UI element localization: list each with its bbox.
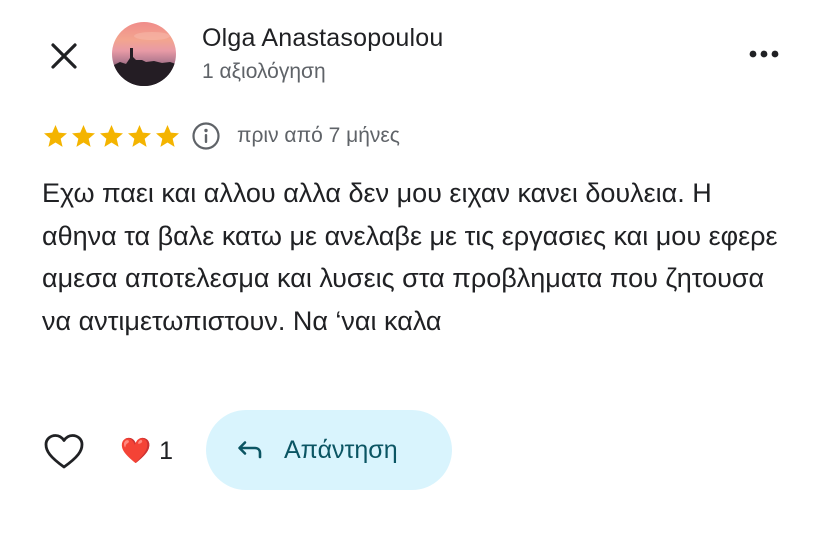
info-button[interactable] bbox=[191, 121, 221, 151]
star-icon bbox=[100, 124, 123, 147]
rating-row: πριν από 7 μήνες bbox=[42, 120, 400, 152]
review-text: Εχω παει και αλλου αλλα δεν μου ειχαν κα… bbox=[42, 178, 778, 336]
author-name[interactable]: Olga Anastasopoulou bbox=[202, 24, 443, 53]
star-icon bbox=[44, 124, 67, 147]
close-button[interactable] bbox=[44, 36, 84, 76]
info-icon bbox=[192, 122, 220, 150]
review-date: πριν από 7 μήνες bbox=[237, 124, 400, 147]
reaction-count: 1 bbox=[159, 436, 174, 465]
star-rating bbox=[42, 123, 181, 150]
like-button[interactable] bbox=[42, 430, 86, 474]
heart-outline-icon bbox=[44, 434, 84, 469]
reply-label: Απάντηση bbox=[284, 435, 398, 464]
star-icon bbox=[128, 124, 151, 147]
reaction-summary[interactable]: ❤️ 1 bbox=[120, 436, 173, 466]
avatar[interactable] bbox=[112, 22, 176, 86]
review-count: 1 αξιολόγηση bbox=[202, 60, 326, 83]
more-options-button[interactable] bbox=[744, 40, 784, 68]
avatar-photo bbox=[112, 32, 176, 86]
heart-emoji: ❤️ bbox=[120, 437, 152, 465]
star-icon bbox=[156, 124, 179, 147]
close-icon bbox=[51, 43, 77, 69]
reply-arrow-icon bbox=[238, 441, 262, 459]
more-horizontal-icon bbox=[749, 50, 779, 58]
star-icon bbox=[72, 124, 95, 147]
reply-button[interactable]: Απάντηση bbox=[206, 410, 452, 490]
